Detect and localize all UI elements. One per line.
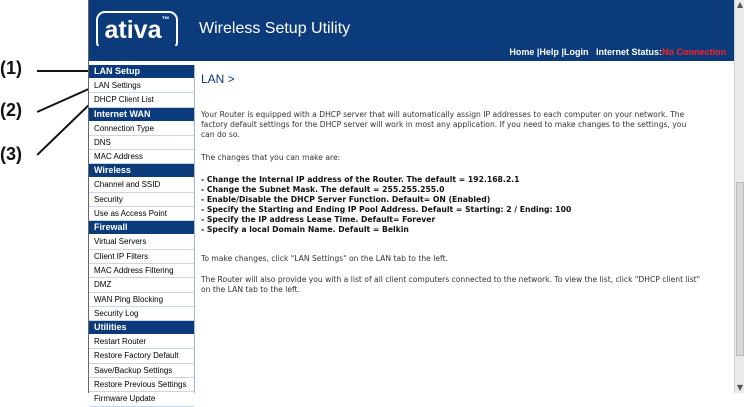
- list-item: - Specify a local Domain Name. Default =…: [201, 225, 409, 234]
- login-link[interactable]: Login: [564, 47, 589, 57]
- client-list-instruction: The Router will also provide you with a …: [201, 275, 701, 294]
- section-internet-wan: Internet WAN: [89, 107, 194, 121]
- intro-paragraph: Your Router is equipped with a DHCP serv…: [201, 110, 687, 139]
- sidebar-item-restore-factory-default[interactable]: Restore Factory Default: [89, 349, 194, 364]
- section-firewall: Firewall: [89, 221, 194, 235]
- changes-intro: The changes that you can make are:: [201, 153, 341, 162]
- section-wireless: Wireless: [89, 164, 194, 178]
- changes-list: - Change the Internal IP address of the …: [201, 175, 571, 235]
- sidebar-item-restart-router[interactable]: Restart Router: [89, 335, 194, 350]
- top-nav-links: Home |Help |Login Internet Status:No Con…: [509, 47, 726, 60]
- sidebar-item-dns[interactable]: DNS: [89, 136, 194, 151]
- list-item: - Specify the IP address Lease Time. Def…: [201, 215, 436, 224]
- list-item: - Change the Subnet Mask. The default = …: [201, 185, 445, 194]
- lan-settings-instruction: To make changes, click "LAN Settings" on…: [201, 254, 448, 263]
- app-title: Wireless Setup Utility: [199, 20, 351, 37]
- list-item: - Enable/Disable the DHCP Server Functio…: [201, 195, 491, 204]
- sidebar-item-lan-settings[interactable]: LAN Settings: [89, 79, 194, 94]
- scroll-up-arrow-icon[interactable]: ▲: [735, 0, 744, 10]
- section-utilities: Utilities: [89, 321, 194, 335]
- callout-3: (3): [0, 144, 22, 164]
- callout-2: (2): [0, 100, 22, 120]
- vertical-scrollbar[interactable]: ▲ ▼: [734, 0, 744, 393]
- sidebar-item-virtual-servers[interactable]: Virtual Servers: [89, 235, 194, 250]
- callout-1: (1): [0, 58, 22, 78]
- browser-window: ativa™ Wireless Setup Utility Home |Help…: [88, 0, 744, 407]
- sidebar-item-mac-address[interactable]: MAC Address: [89, 150, 194, 165]
- help-link[interactable]: Help: [539, 47, 559, 57]
- sidebar-item-dmz[interactable]: DMZ: [89, 278, 194, 293]
- main-content: LAN > Your Router is equipped with a DHC…: [195, 61, 734, 393]
- sidebar-item-security-log[interactable]: Security Log: [89, 307, 194, 322]
- sidebar-nav: LAN Setup LAN Settings DHCP Client List …: [89, 65, 195, 407]
- internet-status-label: Internet Status:: [595, 47, 662, 57]
- internet-status-value: No Connection: [662, 47, 726, 57]
- home-link[interactable]: Home: [509, 47, 534, 57]
- sidebar-item-mac-filtering[interactable]: MAC Address Filtering: [89, 264, 194, 279]
- section-lan-setup: LAN Setup: [89, 65, 194, 78]
- sidebar-item-security[interactable]: Security: [89, 193, 194, 208]
- scroll-thumb[interactable]: [736, 182, 744, 356]
- top-nav-bar: Home |Help |Login Internet Status:No Con…: [89, 46, 734, 61]
- callout-3-line: [36, 102, 92, 156]
- callout-1-line: [37, 70, 92, 72]
- sidebar-item-channel-ssid[interactable]: Channel and SSID: [89, 178, 194, 193]
- sidebar-item-dhcp-client-list[interactable]: DHCP Client List: [89, 93, 194, 108]
- sidebar-item-save-backup[interactable]: Save/Backup Settings: [89, 364, 194, 379]
- sidebar-item-client-ip-filters[interactable]: Client IP Filters: [89, 250, 194, 264]
- list-item: - Change the Internal IP address of the …: [201, 175, 520, 184]
- page-title: LAN >: [201, 72, 235, 86]
- sidebar-item-connection-type[interactable]: Connection Type: [89, 122, 194, 136]
- scroll-down-arrow-icon[interactable]: ▼: [735, 383, 744, 393]
- sidebar-item-access-point[interactable]: Use as Access Point: [89, 207, 194, 222]
- sidebar-item-wan-ping-blocking[interactable]: WAN Ping Blocking: [89, 293, 194, 307]
- ativa-logo: ativa™: [96, 11, 178, 51]
- sidebar-item-firmware-update[interactable]: Firmware Update: [89, 392, 194, 407]
- list-item: - Specify the Starting and Ending IP Poo…: [201, 205, 572, 214]
- sidebar-item-restore-previous[interactable]: Restore Previous Settings: [89, 378, 194, 393]
